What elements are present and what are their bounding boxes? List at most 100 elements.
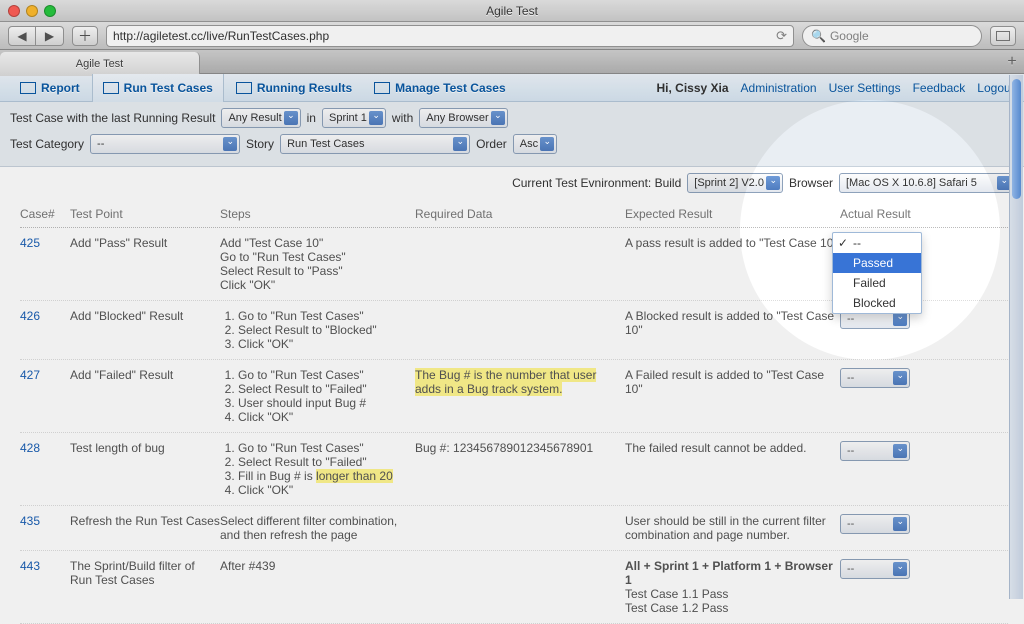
steps-cell: Go to "Run Test Cases"Select Result to "… xyxy=(220,441,415,497)
case-link[interactable]: 427 xyxy=(20,368,70,424)
env-label: Current Test Evnironment: Build xyxy=(512,176,681,190)
required-data xyxy=(415,559,625,615)
filter-label: with xyxy=(392,111,413,125)
required-data: Bug #: 123456789012345678901 xyxy=(415,441,625,497)
col-steps: Steps xyxy=(220,207,415,221)
case-link[interactable]: 435 xyxy=(20,514,70,542)
test-point: Refresh the Run Test Cases xyxy=(70,514,220,542)
required-data xyxy=(415,514,625,542)
filter-label: Test Category xyxy=(10,137,84,151)
filter-label: Order xyxy=(476,137,507,151)
nav-label: Report xyxy=(41,81,80,95)
dropdown-option[interactable]: Failed xyxy=(833,273,921,293)
dropdown-option[interactable]: -- xyxy=(833,233,921,253)
case-link[interactable]: 443 xyxy=(20,559,70,615)
app-nav: Report Run Test Cases Running Results Ma… xyxy=(0,74,1024,102)
browser-tab[interactable]: Agile Test xyxy=(0,52,200,76)
checklist-icon xyxy=(103,82,119,94)
table-row: 443The Sprint/Build filter of Run Test C… xyxy=(20,551,1008,624)
browser-tab-label: Agile Test xyxy=(76,58,124,70)
steps-cell: Go to "Run Test Cases"Select Result to "… xyxy=(220,309,415,351)
build-select[interactable]: [Sprint 2] V2.0 xyxy=(687,173,783,193)
expected-result: User should be still in the current filt… xyxy=(625,514,840,542)
col-case: Case# xyxy=(20,207,70,221)
col-act: Actual Result xyxy=(840,207,975,221)
env-row: Current Test Evnironment: Build [Sprint … xyxy=(0,167,1024,199)
category-select[interactable]: -- xyxy=(90,134,240,154)
search-placeholder: Google xyxy=(830,29,869,43)
add-bookmark-button[interactable]: ＋ xyxy=(72,26,98,46)
nav-label: Running Results xyxy=(257,81,352,95)
actual-result-select[interactable]: -- xyxy=(840,514,910,534)
actual-result-cell: -- xyxy=(840,309,975,351)
required-data xyxy=(415,236,625,292)
link-user-settings[interactable]: User Settings xyxy=(829,81,901,95)
dropdown-option[interactable]: Passed xyxy=(833,253,921,273)
browser-toolbar: ◀ ▶ ＋ http://agiletest.cc/live/RunTestCa… xyxy=(0,22,1024,50)
url-text: http://agiletest.cc/live/RunTestCases.ph… xyxy=(113,29,329,43)
expected-result: A pass result is added to "Test Case 10" xyxy=(625,236,840,292)
search-icon: 🔍 xyxy=(811,29,826,43)
steps-cell: After #439 xyxy=(220,559,415,615)
scrollbar-thumb[interactable] xyxy=(1012,79,1021,199)
col-exp: Expected Result xyxy=(625,207,840,221)
env-browser-select[interactable]: [Mac OS X 10.6.8] Safari 5 xyxy=(839,173,1014,193)
forward-button[interactable]: ▶ xyxy=(36,26,64,46)
col-req: Required Data xyxy=(415,207,625,221)
required-data: The Bug # is the number that user adds i… xyxy=(415,368,625,424)
test-point: Add "Blocked" Result xyxy=(70,309,220,351)
steps-cell: Add "Test Case 10"Go to "Run Test Cases"… xyxy=(220,236,415,292)
show-all-tabs-button[interactable] xyxy=(990,26,1016,46)
col-point: Test Point xyxy=(70,207,220,221)
expected-result: A Blocked result is added to "Test Case … xyxy=(625,309,840,351)
browser-tabstrip: Agile Test + xyxy=(0,50,1024,74)
nav-buttons: ◀ ▶ xyxy=(8,26,64,46)
dropdown-option[interactable]: Blocked xyxy=(833,293,921,313)
steps-cell: Select different filter combination, and… xyxy=(220,514,415,542)
browser-filter-select[interactable]: Any Browser xyxy=(419,108,507,128)
steps-cell: Go to "Run Test Cases"Select Result to "… xyxy=(220,368,415,424)
nav-report[interactable]: Report xyxy=(10,74,90,102)
nav-label: Run Test Cases xyxy=(124,81,213,95)
actual-result-cell: -- xyxy=(840,368,975,424)
actual-result-select[interactable]: -- xyxy=(840,368,910,388)
link-administration[interactable]: Administration xyxy=(741,81,817,95)
case-link[interactable]: 428 xyxy=(20,441,70,497)
order-select[interactable]: Asc xyxy=(513,134,557,154)
window-title: Agile Test xyxy=(0,4,1024,18)
env-label: Browser xyxy=(789,176,833,190)
result-select[interactable]: Any Result xyxy=(221,108,300,128)
test-point: The Sprint/Build filter of Run Test Case… xyxy=(70,559,220,615)
address-bar[interactable]: http://agiletest.cc/live/RunTestCases.ph… xyxy=(106,25,794,47)
nav-manage-test-cases[interactable]: Manage Test Cases xyxy=(364,74,516,102)
actual-result-cell: -- xyxy=(840,559,975,615)
chart-icon xyxy=(20,82,36,94)
actual-result-select[interactable]: -- xyxy=(840,559,910,579)
vertical-scrollbar[interactable] xyxy=(1009,75,1023,599)
link-feedback[interactable]: Feedback xyxy=(913,81,966,95)
actual-result-select[interactable]: -- xyxy=(840,441,910,461)
sprint-select[interactable]: Sprint 1 xyxy=(322,108,386,128)
table-row: 427Add "Failed" ResultGo to "Run Test Ca… xyxy=(20,360,1008,433)
back-button[interactable]: ◀ xyxy=(8,26,36,46)
filter-label: Test Case with the last Running Result xyxy=(10,111,215,125)
actual-result-cell: -- xyxy=(840,514,975,542)
nav-label: Manage Test Cases xyxy=(395,81,506,95)
grid-icon xyxy=(374,82,390,94)
actual-result-dropdown[interactable]: -- Passed Failed Blocked xyxy=(832,232,922,314)
search-field[interactable]: 🔍 Google xyxy=(802,25,982,47)
case-link[interactable]: 426 xyxy=(20,309,70,351)
expected-result: The failed result cannot be added. xyxy=(625,441,840,497)
new-tab-button[interactable]: + xyxy=(1000,50,1024,73)
nav-running-results[interactable]: Running Results xyxy=(226,74,362,102)
case-link[interactable]: 425 xyxy=(20,236,70,292)
story-select[interactable]: Run Test Cases xyxy=(280,134,470,154)
actual-result-cell: -- xyxy=(840,441,975,497)
filter-label: Story xyxy=(246,137,274,151)
expected-result: All + Sprint 1 + Platform 1 + Browser 1T… xyxy=(625,559,840,615)
test-point: Test length of bug xyxy=(70,441,220,497)
test-point: Add "Failed" Result xyxy=(70,368,220,424)
nav-run-test-cases[interactable]: Run Test Cases xyxy=(92,74,224,102)
reload-icon[interactable]: ⟳ xyxy=(776,28,787,44)
window-titlebar: Agile Test xyxy=(0,0,1024,22)
